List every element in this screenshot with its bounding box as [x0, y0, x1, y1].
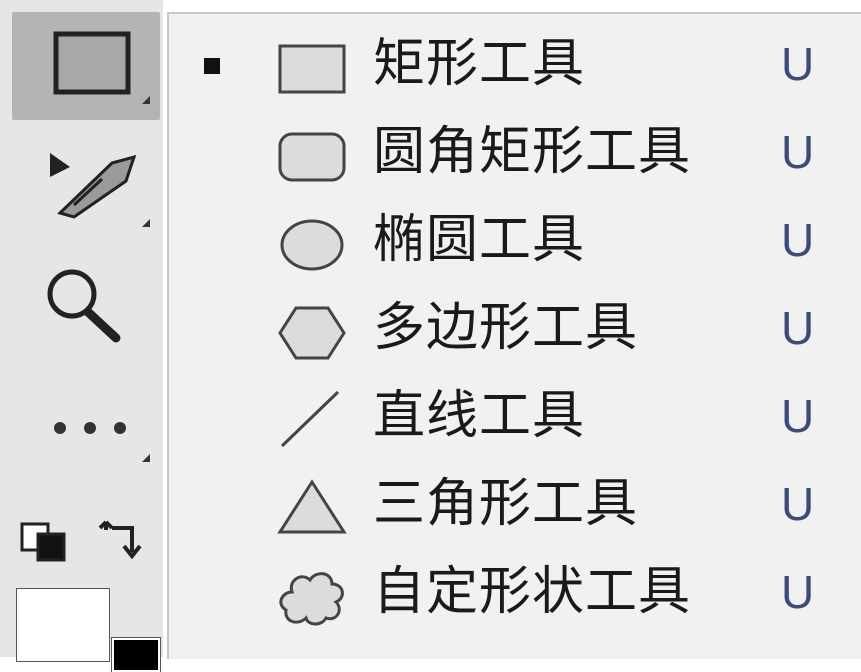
rounded-rectangle-icon [278, 132, 346, 182]
ellipse-icon [280, 219, 344, 271]
selected-indicator-icon [204, 58, 220, 74]
menu-item-shortcut: U [781, 390, 815, 442]
menu-item-label: 椭圆工具 [373, 210, 586, 270]
menu-item-shortcut: U [781, 302, 815, 354]
zoom-tool-button[interactable] [12, 250, 160, 358]
menu-item-rectangle-tool[interactable]: 矩形工具 U [169, 18, 861, 106]
menu-item-polygon-tool[interactable]: 多边形工具 U [169, 282, 861, 370]
pen-tool-icon [50, 153, 150, 227]
polygon-icon [278, 306, 346, 360]
menu-item-rounded-rectangle-tool[interactable]: 圆角矩形工具 U [169, 106, 861, 194]
menu-item-ellipse-tool[interactable]: 椭圆工具 U [169, 194, 861, 282]
menu-item-label: 三角形工具 [373, 474, 639, 534]
menu-item-shortcut: U [781, 478, 815, 530]
menu-item-label: 矩形工具 [373, 34, 586, 94]
menu-item-label: 多边形工具 [373, 298, 639, 358]
background-color-swatch[interactable] [111, 637, 161, 672]
menu-item-triangle-tool[interactable]: 三角形工具 U [169, 458, 861, 546]
swap-colors-icon[interactable] [98, 520, 142, 560]
zoom-tool-icon [47, 269, 121, 343]
color-swatches [12, 500, 161, 672]
more-tools-button[interactable] [12, 370, 160, 478]
menu-item-shortcut: U [781, 126, 815, 178]
rectangle-tool-button[interactable] [12, 12, 160, 120]
rectangle-icon [278, 44, 346, 94]
tools-panel [0, 0, 163, 672]
triangle-icon [277, 479, 347, 534]
more-tools-icon [54, 422, 150, 462]
shape-tools-flyout-menu: 矩形工具 U 圆角矩形工具 U 椭圆工具 U 多边形工具 U 直线工具 U 三角 [167, 12, 861, 659]
menu-item-line-tool[interactable]: 直线工具 U [169, 370, 861, 458]
menu-item-label: 直线工具 [373, 386, 586, 446]
menu-item-label: 自定形状工具 [373, 562, 692, 622]
menu-item-label: 圆角矩形工具 [373, 122, 692, 182]
menu-item-custom-shape-tool[interactable]: 自定形状工具 U [169, 546, 861, 634]
default-colors-icon[interactable] [20, 522, 66, 562]
rectangle-tool-icon [53, 31, 150, 104]
pen-tool-button[interactable] [12, 135, 160, 243]
custom-shape-icon [279, 572, 344, 626]
menu-item-shortcut: U [781, 566, 815, 618]
menu-item-shortcut: U [781, 214, 815, 266]
foreground-color-swatch[interactable] [16, 588, 110, 662]
menu-item-shortcut: U [781, 38, 815, 90]
line-icon [280, 390, 340, 448]
